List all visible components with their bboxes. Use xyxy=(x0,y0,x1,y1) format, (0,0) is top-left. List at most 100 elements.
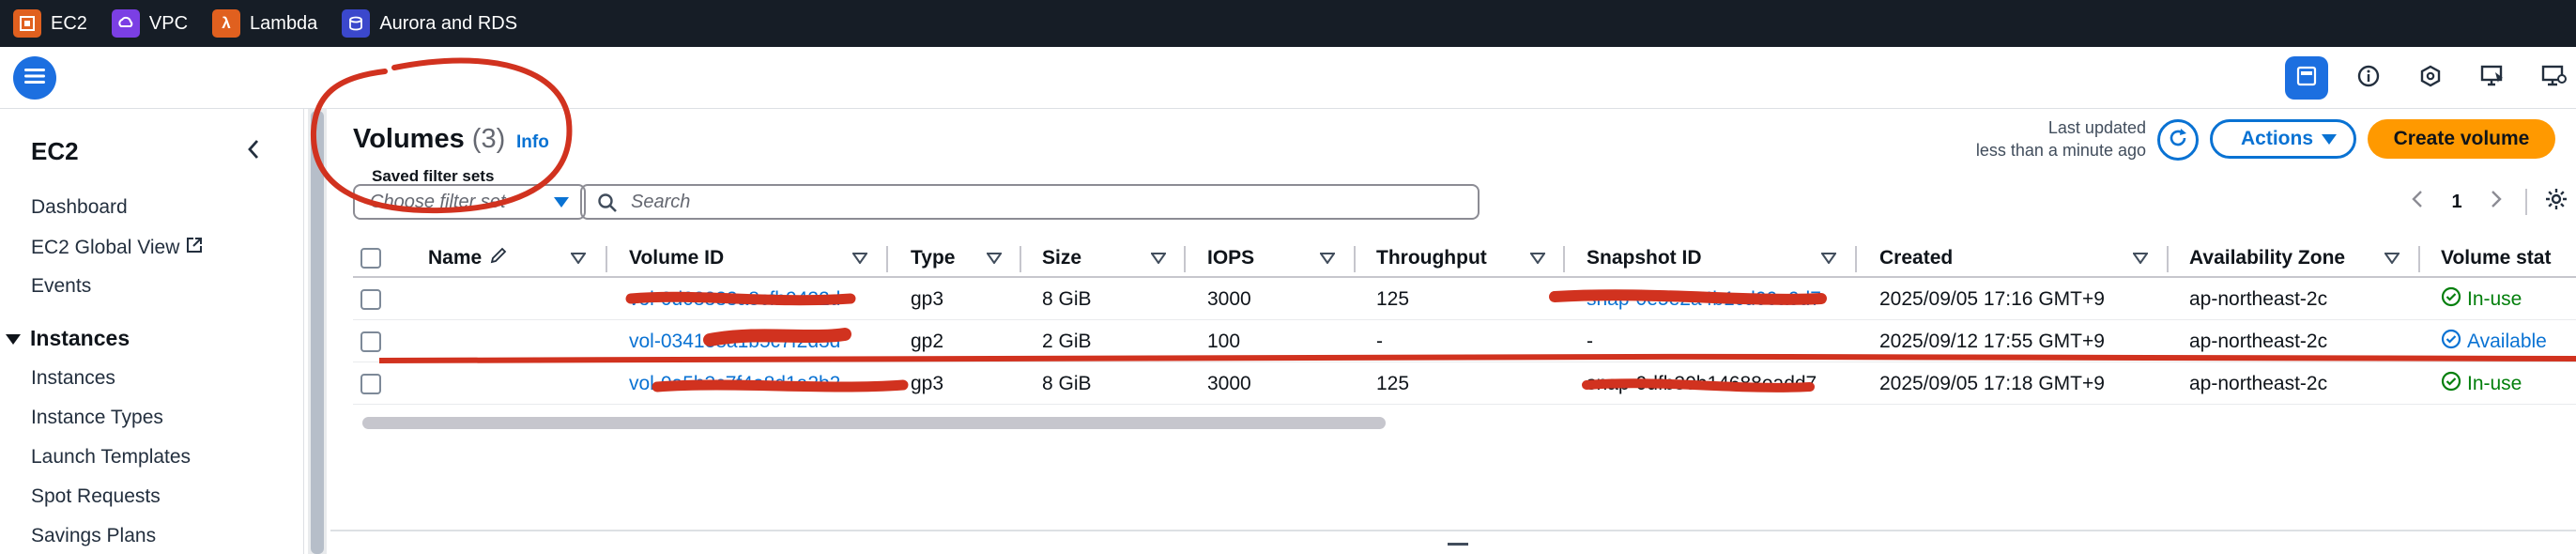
column-divider[interactable] xyxy=(2167,246,2169,272)
filter-set-select[interactable]: Choose filter set xyxy=(353,184,586,220)
sort-throughput-icon[interactable] xyxy=(1530,239,1545,278)
split-panel-resize-handle[interactable] xyxy=(1448,543,1468,546)
column-header-az[interactable]: Availability Zone xyxy=(2189,239,2345,278)
sort-size-icon[interactable] xyxy=(1151,239,1166,278)
sidebar-section-instances[interactable]: Instances xyxy=(6,326,130,351)
sort-iops-icon[interactable] xyxy=(1320,239,1335,278)
column-header-volume-state[interactable]: Volume stat xyxy=(2441,239,2551,278)
row-checkbox[interactable] xyxy=(360,362,381,405)
table-row[interactable]: vol-0d03333a8cfb9432d gp3 8 GiB 3000 125… xyxy=(353,278,2576,320)
sidebar-item-instances[interactable]: Instances xyxy=(31,367,115,390)
sidebar-item-spot-requests[interactable]: Spot Requests xyxy=(31,485,161,508)
column-header-snapshot-id[interactable]: Snapshot ID xyxy=(1587,239,1702,278)
service-vpc[interactable]: VPC xyxy=(111,9,188,38)
column-divider[interactable] xyxy=(606,246,607,272)
column-header-volume-id[interactable]: Volume ID xyxy=(629,239,724,278)
row-checkbox[interactable] xyxy=(360,278,381,320)
sort-volume-id-icon[interactable] xyxy=(852,239,867,278)
column-header-iops[interactable]: IOPS xyxy=(1207,239,1254,278)
table-preferences-button[interactable] xyxy=(2537,184,2576,220)
service-ec2[interactable]: EC2 xyxy=(13,9,87,38)
display-settings-button[interactable] xyxy=(2533,56,2576,100)
sort-name-icon[interactable] xyxy=(571,239,586,278)
cell-volume-id[interactable]: vol-0d03333a8cfb9432d xyxy=(629,278,840,320)
settings-hex-button[interactable] xyxy=(2409,56,2452,100)
current-page[interactable]: 1 xyxy=(2437,184,2476,220)
status-label: In-use xyxy=(2467,372,2522,394)
service-rds[interactable]: Aurora and RDS xyxy=(342,9,517,38)
checkbox[interactable] xyxy=(360,373,381,394)
info-panel-button[interactable] xyxy=(2347,56,2390,100)
cell-volume-id[interactable]: vol-0341e8a1b5c7f2d3d xyxy=(629,320,840,362)
cell-size: 8 GiB xyxy=(1042,372,1092,394)
table-row[interactable]: vol-0341e8a1b5c7f2d3d gp2 2 GiB 100 - - … xyxy=(353,320,2576,362)
table-header: Name Volume ID Type Size IOPS Throughput xyxy=(353,239,2576,278)
row-checkbox[interactable] xyxy=(360,320,381,362)
sidebar-item-global-view[interactable]: EC2 Global View xyxy=(31,236,204,260)
volumes-table: Name Volume ID Type Size IOPS Throughput xyxy=(353,239,2576,405)
page-title-text: Volumes xyxy=(353,124,465,154)
status-label: In-use xyxy=(2467,287,2522,310)
cell-type: gp3 xyxy=(911,287,944,310)
column-header-throughput[interactable]: Throughput xyxy=(1376,239,1487,278)
prev-page-button[interactable] xyxy=(2398,184,2437,220)
page-title: Volumes (3) xyxy=(353,124,505,155)
caret-down-icon xyxy=(6,326,21,351)
info-link[interactable]: Info xyxy=(516,132,549,153)
sidebar-title: EC2 xyxy=(31,137,79,165)
sort-az-icon[interactable] xyxy=(2384,239,2400,278)
sidebar-item-launch-templates[interactable]: Launch Templates xyxy=(31,446,191,469)
service-lambda[interactable]: λ Lambda xyxy=(212,9,317,38)
cell-iops: 100 xyxy=(1207,330,1241,352)
side-nav-toggle-button[interactable] xyxy=(13,56,56,100)
screen-share-button[interactable] xyxy=(2471,56,2514,100)
refresh-button[interactable] xyxy=(2157,119,2199,161)
sidebar-item-instance-types[interactable]: Instance Types xyxy=(31,407,163,429)
cell-snapshot-id[interactable]: snap-0dfb30b14688eadd7 xyxy=(1587,362,1817,405)
panel-toggle-button[interactable] xyxy=(2285,56,2328,100)
checkbox[interactable] xyxy=(360,288,381,310)
column-divider[interactable] xyxy=(1563,246,1565,272)
column-divider[interactable] xyxy=(1354,246,1356,272)
create-volume-button[interactable]: Create volume xyxy=(2368,119,2555,159)
actions-button[interactable]: Actions xyxy=(2210,119,2356,159)
select-all-checkbox[interactable] xyxy=(360,239,381,278)
column-header-size[interactable]: Size xyxy=(1042,239,1081,278)
table-horizontal-scrollbar[interactable] xyxy=(362,417,1386,429)
cell-volume-id[interactable]: vol-0a5b3c7f4e8d1a2b2 xyxy=(629,362,840,405)
rds-icon xyxy=(342,9,371,38)
gear-icon xyxy=(2544,187,2568,217)
sort-created-icon[interactable] xyxy=(2133,239,2148,278)
column-header-name[interactable]: Name xyxy=(428,239,508,278)
checkbox[interactable] xyxy=(360,331,381,352)
status-label: Available xyxy=(2467,330,2547,352)
hexagon-icon xyxy=(2418,64,2443,93)
column-header-created[interactable]: Created xyxy=(1879,239,1953,278)
chevron-left-icon xyxy=(246,137,261,166)
sidebar-item-savings-plans[interactable]: Savings Plans xyxy=(31,525,156,547)
pager-divider xyxy=(2525,189,2527,215)
cell-snapshot-id[interactable]: snap-0e5e2a4b1cd00a0d7 xyxy=(1587,278,1821,320)
refresh-icon xyxy=(2167,127,2189,154)
column-divider[interactable] xyxy=(1184,246,1186,272)
sort-snapshot-id-icon[interactable] xyxy=(1821,239,1836,278)
sidebar-item-events[interactable]: Events xyxy=(31,275,91,298)
search-input[interactable]: Search xyxy=(580,184,1480,220)
column-divider[interactable] xyxy=(1020,246,1021,272)
sidebar-scrollbar[interactable] xyxy=(311,111,324,554)
volumes-page: Volumes (3) Info Saved filter sets Choos… xyxy=(330,109,2576,554)
column-divider[interactable] xyxy=(2418,246,2420,272)
hamburger-icon xyxy=(24,68,45,89)
column-header-type[interactable]: Type xyxy=(911,239,955,278)
column-divider[interactable] xyxy=(886,246,888,272)
cell-created: 2025/09/05 17:18 GMT+9 xyxy=(1879,372,2105,394)
sidebar-collapse-button[interactable] xyxy=(246,137,261,167)
sidebar-item-dashboard[interactable]: Dashboard xyxy=(31,196,128,219)
table-row[interactable]: vol-0a5b3c7f4e8d1a2b2 gp3 8 GiB 3000 125… xyxy=(353,362,2576,405)
checkbox[interactable] xyxy=(360,248,381,269)
column-divider[interactable] xyxy=(1855,246,1857,272)
service-ec2-label: EC2 xyxy=(51,12,87,34)
sort-type-icon[interactable] xyxy=(987,239,1002,278)
next-page-button[interactable] xyxy=(2476,184,2516,220)
chevron-left-icon xyxy=(2412,190,2423,214)
